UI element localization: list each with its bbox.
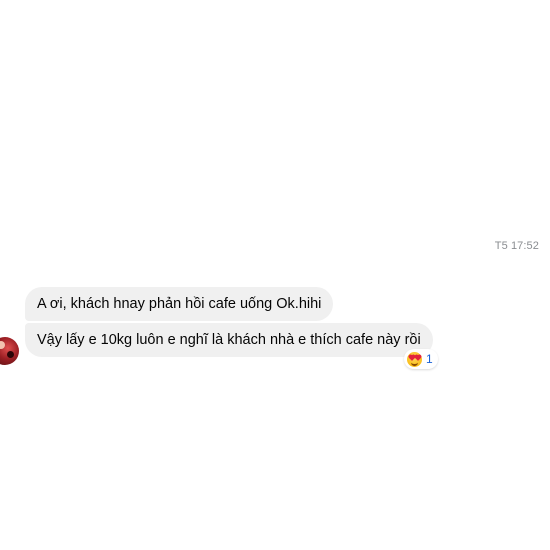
message-bubble[interactable]: A ơi, khách hnay phản hồi cafe uống Ok.h… [25, 287, 334, 321]
message-text: Vậy lấy e 10kg luôn e nghĩ là khách nhà … [37, 332, 421, 348]
reaction-count: 1 [426, 352, 433, 366]
chat-area: T5 17:52 A ơi, khách hnay phản hồi cafe … [0, 0, 550, 550]
reaction-badge[interactable]: 1 [404, 349, 438, 369]
heart-icon [415, 354, 421, 361]
heart-eyes-emoji-icon [407, 351, 422, 367]
avatar-highlight [0, 341, 5, 349]
message-timestamp: T5 17:52 [494, 240, 539, 252]
avatar[interactable] [0, 337, 19, 365]
message-bubble[interactable]: Vậy lấy e 10kg luôn e nghĩ là khách nhà … [25, 323, 433, 357]
avatar-shadow [7, 351, 14, 358]
smile-mouth [411, 361, 418, 366]
message-text: A ơi, khách hnay phản hồi cafe uống Ok.h… [37, 296, 322, 312]
